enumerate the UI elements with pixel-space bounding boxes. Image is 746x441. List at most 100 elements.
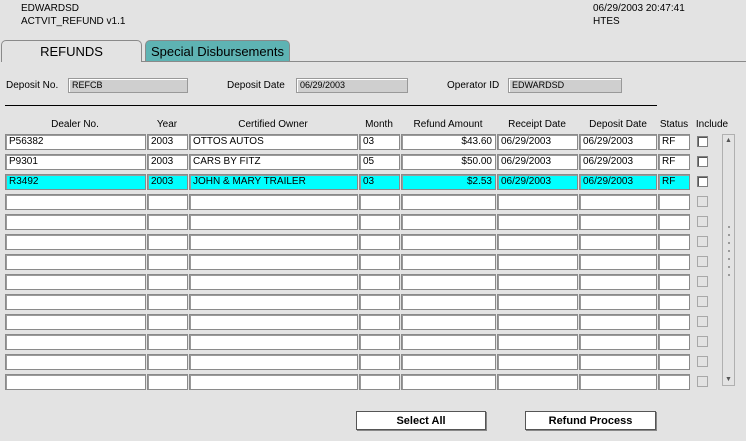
deposit-date-field[interactable]: 06/29/2003 — [296, 78, 408, 93]
deposit-date-cell[interactable] — [579, 374, 657, 390]
refund-amount-cell[interactable] — [401, 294, 496, 310]
refund-amount-cell[interactable] — [401, 274, 496, 290]
include-checkbox[interactable] — [697, 156, 708, 167]
certified-owner-cell[interactable] — [189, 374, 358, 390]
certified-owner-cell[interactable] — [189, 194, 358, 210]
refund-amount-cell[interactable] — [401, 314, 496, 330]
include-checkbox[interactable] — [697, 336, 708, 347]
refund-amount-cell[interactable] — [401, 354, 496, 370]
dealer-no-cell[interactable] — [5, 354, 146, 370]
certified-owner-cell[interactable] — [189, 334, 358, 350]
year-cell[interactable] — [147, 354, 188, 370]
status-cell[interactable] — [658, 194, 690, 210]
scroll-down-icon[interactable]: ▼ — [723, 374, 734, 385]
certified-owner-cell[interactable] — [189, 234, 358, 250]
month-cell[interactable] — [359, 334, 400, 350]
status-cell[interactable] — [658, 234, 690, 250]
dealer-no-cell[interactable] — [5, 334, 146, 350]
certified-owner-cell[interactable]: JOHN & MARY TRAILER — [189, 174, 358, 190]
certified-owner-cell[interactable] — [189, 274, 358, 290]
year-cell[interactable] — [147, 314, 188, 330]
month-cell[interactable] — [359, 254, 400, 270]
receipt-date-cell[interactable]: 06/29/2003 — [497, 134, 578, 150]
receipt-date-cell[interactable] — [497, 234, 578, 250]
include-checkbox[interactable] — [697, 276, 708, 287]
include-checkbox[interactable] — [697, 316, 708, 327]
month-cell[interactable]: 03 — [359, 174, 400, 190]
dealer-no-cell[interactable] — [5, 234, 146, 250]
status-cell[interactable]: RF — [658, 154, 690, 170]
dealer-no-cell[interactable] — [5, 374, 146, 390]
year-cell[interactable] — [147, 274, 188, 290]
deposit-date-cell[interactable] — [579, 274, 657, 290]
dealer-no-cell[interactable] — [5, 254, 146, 270]
year-cell[interactable] — [147, 374, 188, 390]
vertical-scrollbar[interactable]: ▲ ▼ — [722, 134, 735, 386]
status-cell[interactable] — [658, 274, 690, 290]
include-checkbox[interactable] — [697, 376, 708, 387]
dealer-no-cell[interactable] — [5, 294, 146, 310]
receipt-date-cell[interactable] — [497, 354, 578, 370]
certified-owner-cell[interactable] — [189, 314, 358, 330]
dealer-no-cell[interactable]: R3492 — [5, 174, 146, 190]
deposit-no-field[interactable]: REFCB — [68, 78, 188, 93]
year-cell[interactable]: 2003 — [147, 174, 188, 190]
certified-owner-cell[interactable]: CARS BY FITZ — [189, 154, 358, 170]
receipt-date-cell[interactable] — [497, 274, 578, 290]
deposit-date-cell[interactable] — [579, 194, 657, 210]
refund-amount-cell[interactable]: $50.00 — [401, 154, 496, 170]
refund-amount-cell[interactable] — [401, 234, 496, 250]
receipt-date-cell[interactable] — [497, 374, 578, 390]
dealer-no-cell[interactable] — [5, 314, 146, 330]
dealer-no-cell[interactable] — [5, 194, 146, 210]
dealer-no-cell[interactable]: P56382 — [5, 134, 146, 150]
dealer-no-cell[interactable] — [5, 214, 146, 230]
year-cell[interactable] — [147, 214, 188, 230]
receipt-date-cell[interactable] — [497, 294, 578, 310]
deposit-date-cell[interactable]: 06/29/2003 — [579, 174, 657, 190]
deposit-date-cell[interactable] — [579, 354, 657, 370]
deposit-date-cell[interactable] — [579, 234, 657, 250]
include-checkbox[interactable] — [697, 196, 708, 207]
scroll-up-icon[interactable]: ▲ — [723, 135, 734, 146]
receipt-date-cell[interactable]: 06/29/2003 — [497, 154, 578, 170]
month-cell[interactable] — [359, 294, 400, 310]
deposit-date-cell[interactable] — [579, 214, 657, 230]
include-checkbox[interactable] — [697, 296, 708, 307]
select-all-button[interactable]: Select All — [356, 411, 486, 430]
status-cell[interactable] — [658, 254, 690, 270]
status-cell[interactable] — [658, 334, 690, 350]
refund-amount-cell[interactable] — [401, 214, 496, 230]
deposit-date-cell[interactable] — [579, 334, 657, 350]
dealer-no-cell[interactable]: P9301 — [5, 154, 146, 170]
deposit-date-cell[interactable]: 06/29/2003 — [579, 134, 657, 150]
year-cell[interactable] — [147, 194, 188, 210]
receipt-date-cell[interactable] — [497, 334, 578, 350]
year-cell[interactable] — [147, 254, 188, 270]
tab-refunds[interactable]: REFUNDS — [1, 40, 142, 62]
year-cell[interactable] — [147, 334, 188, 350]
year-cell[interactable] — [147, 234, 188, 250]
tab-special-disbursements[interactable]: Special Disbursements — [145, 40, 290, 61]
refund-amount-cell[interactable] — [401, 374, 496, 390]
month-cell[interactable] — [359, 354, 400, 370]
certified-owner-cell[interactable]: OTTOS AUTOS — [189, 134, 358, 150]
month-cell[interactable]: 03 — [359, 134, 400, 150]
year-cell[interactable] — [147, 294, 188, 310]
year-cell[interactable]: 2003 — [147, 134, 188, 150]
refund-amount-cell[interactable] — [401, 334, 496, 350]
include-checkbox[interactable] — [697, 356, 708, 367]
refund-amount-cell[interactable] — [401, 194, 496, 210]
month-cell[interactable]: 05 — [359, 154, 400, 170]
status-cell[interactable] — [658, 214, 690, 230]
include-checkbox[interactable] — [697, 256, 708, 267]
refund-amount-cell[interactable]: $43.60 — [401, 134, 496, 150]
month-cell[interactable] — [359, 214, 400, 230]
year-cell[interactable]: 2003 — [147, 154, 188, 170]
include-checkbox[interactable] — [697, 216, 708, 227]
refund-process-button[interactable]: Refund Process — [525, 411, 656, 430]
refund-amount-cell[interactable] — [401, 254, 496, 270]
certified-owner-cell[interactable] — [189, 254, 358, 270]
month-cell[interactable] — [359, 274, 400, 290]
status-cell[interactable] — [658, 294, 690, 310]
